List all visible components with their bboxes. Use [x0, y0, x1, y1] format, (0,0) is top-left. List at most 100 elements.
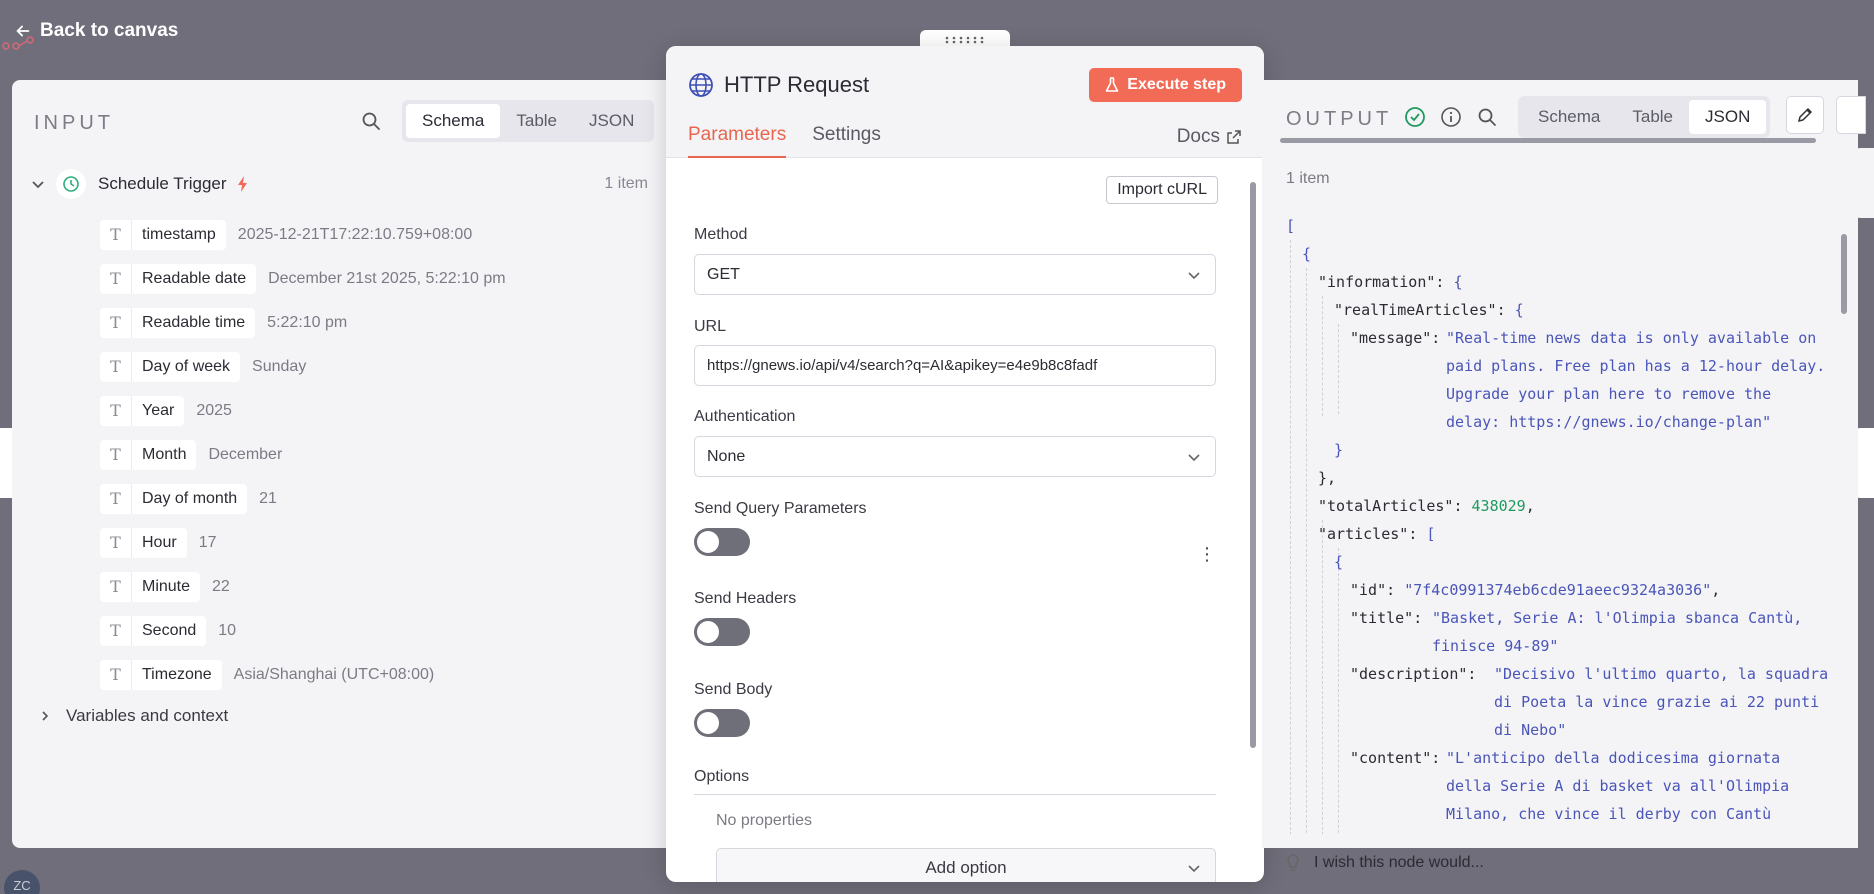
json-value-message: "Real-time news data is only available o… — [1446, 329, 1826, 431]
json-key-articles: "articles": [ — [1318, 525, 1436, 543]
schema-field-row[interactable]: T Day of month 21 — [100, 484, 277, 514]
info-icon[interactable] — [1440, 106, 1462, 128]
method-select[interactable]: GET — [694, 254, 1216, 295]
docs-label: Docs — [1176, 126, 1220, 147]
search-icon[interactable] — [1476, 106, 1498, 128]
field-key: Second — [142, 622, 197, 639]
json-key-title: "title": — [1350, 609, 1432, 627]
canvas-left-tab — [0, 428, 12, 498]
field-key: Day of month — [142, 490, 238, 507]
send-body-label: Send Body — [694, 681, 773, 698]
field-value: 17 — [198, 534, 217, 551]
more-options-icon[interactable]: ⋮ — [1198, 544, 1216, 565]
json-key-totalarticles: "totalArticles": 438029, — [1318, 497, 1535, 515]
output-scrollbar[interactable] — [1838, 212, 1850, 842]
drag-dots-icon — [945, 36, 984, 44]
input-tab-table[interactable]: Table — [500, 104, 573, 138]
schema-field-row[interactable]: T Minute 22 — [100, 572, 230, 602]
pencil-icon — [1797, 107, 1813, 123]
canvas-right-tab-2 — [1856, 428, 1874, 498]
clock-icon — [56, 169, 86, 199]
canvas-right-tab — [1856, 148, 1874, 218]
edit-output-button[interactable] — [1786, 96, 1824, 134]
external-link-icon — [1227, 130, 1241, 144]
string-type-icon: T — [100, 616, 132, 646]
tab-parameters[interactable]: Parameters — [688, 124, 787, 158]
json-value-totalarticles: 438029 — [1471, 497, 1526, 515]
docs-link[interactable]: Docs — [1177, 126, 1242, 148]
send-headers-toggle[interactable] — [694, 618, 750, 646]
field-pill[interactable]: T Second — [100, 616, 207, 646]
json-key-information: "information": { — [1318, 273, 1463, 291]
schema-field-row[interactable]: T Day of week Sunday — [100, 352, 306, 382]
field-pill[interactable]: T Hour — [100, 528, 187, 558]
field-pill[interactable]: T Day of week — [100, 352, 241, 382]
input-view-tabs: Schema Table JSON — [402, 100, 655, 142]
output-tab-json[interactable]: JSON — [1689, 100, 1767, 134]
chevron-down-icon — [1188, 271, 1200, 279]
json-article-open-brace: { — [1334, 553, 1344, 571]
field-pill[interactable]: T Minute — [100, 572, 201, 602]
output-tab-table[interactable]: Table — [1616, 100, 1689, 134]
string-type-icon: T — [100, 396, 132, 426]
field-pill[interactable]: T Readable date — [100, 264, 257, 294]
url-field[interactable] — [694, 345, 1216, 386]
send-query-toggle[interactable] — [694, 528, 750, 556]
chevron-down-icon[interactable] — [28, 174, 48, 194]
node-header: HTTP Request Execute step Parameters Set… — [666, 46, 1264, 158]
schema-field-row[interactable]: T Month December — [100, 440, 282, 470]
string-type-icon: T — [100, 484, 132, 514]
field-pill[interactable]: T Day of month — [100, 484, 248, 514]
send-body-toggle[interactable] — [694, 709, 750, 737]
field-key: Month — [142, 446, 187, 463]
field-value: Asia/Shanghai (UTC+08:00) — [233, 666, 435, 683]
schema-field-row[interactable]: Ttimestamp 2025-12-21T17:22:10.759+08:00 — [100, 220, 472, 250]
trigger-name: Schedule Trigger — [98, 174, 227, 193]
schema-field-row[interactable]: T Readable date December 21st 2025, 5:22:1… — [100, 264, 506, 294]
string-type-icon: T — [100, 308, 132, 338]
json-value-title: "Basket, Serie A: l'Olimpia sbanca Cantù… — [1432, 609, 1803, 655]
chevron-down-icon — [1188, 865, 1200, 873]
json-key-message: "message": — [1350, 329, 1450, 347]
field-value: December 21st 2025, 5:22:10 pm — [268, 270, 506, 287]
flask-icon — [1105, 77, 1119, 92]
field-value: 10 — [218, 622, 237, 639]
input-tab-schema[interactable]: Schema — [406, 104, 501, 138]
execute-step-button[interactable]: Execute step — [1089, 68, 1242, 102]
authentication-select[interactable]: None — [694, 436, 1216, 477]
schema-field-row[interactable]: T Timezone Asia/Shanghai (UTC+08:00) — [100, 660, 434, 690]
output-tabs-scrollbar[interactable] — [1270, 136, 1830, 144]
url-label: URL — [694, 318, 727, 335]
schema-field-row[interactable]: T Second 10 — [100, 616, 236, 646]
field-value: Sunday — [252, 358, 307, 375]
add-option-label: Add option — [925, 858, 1007, 877]
schema-field-row[interactable]: T Hour 17 — [100, 528, 216, 558]
output-tab-schema[interactable]: Schema — [1522, 100, 1616, 134]
input-tab-json[interactable]: JSON — [573, 104, 650, 138]
field-pill[interactable]: T Timezone — [100, 660, 222, 690]
import-curl-button[interactable]: Import cURL — [1106, 176, 1218, 204]
schema-field-row[interactable]: T Readable time 5:22:10 pm — [100, 308, 347, 338]
method-label: Method — [694, 226, 748, 243]
variables-context-row[interactable]: Variables and context — [38, 706, 228, 726]
field-pill[interactable]: T Month — [100, 440, 197, 470]
lightning-icon — [237, 176, 247, 192]
field-pill[interactable]: Ttimestamp — [100, 220, 226, 250]
field-pill[interactable]: T Readable time — [100, 308, 256, 338]
trigger-item-count: 1 item — [604, 175, 648, 192]
parameters-scrollbar[interactable] — [1248, 168, 1258, 878]
string-type-icon: T — [100, 572, 132, 602]
add-option-select[interactable]: Add option — [716, 848, 1216, 882]
schedule-trigger-row[interactable]: Schedule Trigger 1 item — [28, 168, 648, 200]
json-viewer: [ { "information": { "realTimeArticles":… — [1286, 212, 1832, 834]
search-icon[interactable] — [358, 108, 384, 134]
schema-field-row[interactable]: T Year 2025 — [100, 396, 232, 426]
field-pill[interactable]: T Year — [100, 396, 185, 426]
wish-feedback-link[interactable]: I wish this node would... — [1286, 854, 1484, 872]
variables-label: Variables and context — [66, 706, 229, 725]
send-query-label: Send Query Parameters — [694, 500, 867, 517]
field-value: 2025 — [196, 402, 232, 419]
field-value: December — [208, 446, 283, 463]
tab-settings[interactable]: Settings — [812, 124, 881, 158]
pin-data-button[interactable] — [1836, 96, 1866, 134]
